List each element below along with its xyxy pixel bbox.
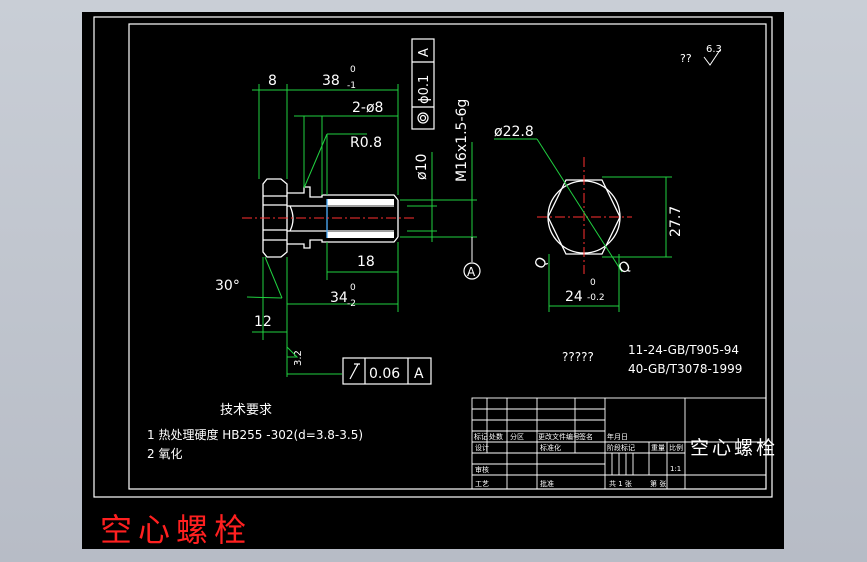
- dim-thread: M16x1.5-6g: [454, 99, 470, 182]
- tb-mark: 标记: [474, 432, 488, 441]
- engineering-drawing: 8 38 0 -1 2-ø8 R0.8 ø10 M16x1.5-6g 18 34…: [93, 16, 778, 498]
- dim-shank-len: 34: [330, 290, 348, 306]
- tb-scale-value: 1:1: [670, 465, 681, 473]
- dim-bore: ø10: [414, 154, 430, 180]
- dim-body-len: 38: [322, 73, 340, 89]
- position-datum: A: [417, 48, 432, 57]
- notes-item2: 2 氧化: [147, 447, 182, 461]
- tb-scale: 比例: [669, 443, 683, 452]
- position-value: ϕ0.1: [417, 75, 432, 104]
- tb-approve: 批准: [540, 479, 554, 488]
- tb-count: 处数: [489, 432, 503, 441]
- dim-head-offset: 12: [254, 314, 272, 330]
- dim-across-flats-lower: -0.2: [587, 293, 605, 303]
- tb-sign: 签名: [579, 432, 593, 441]
- dim-radius: R0.8: [350, 135, 382, 151]
- tb-part-name: 空心螺栓: [690, 437, 778, 459]
- tb-check: 审核: [475, 465, 489, 474]
- end-view-dimension-lines: [494, 138, 672, 312]
- drawing-caption: 空心螺栓: [100, 511, 253, 549]
- dim-circumscribed: ø22.8: [494, 124, 534, 140]
- general-roughness-mark: ??: [680, 52, 692, 65]
- dim-across-corners: 27.7: [668, 206, 684, 237]
- tb-date: 年月日: [607, 432, 628, 441]
- dim-across-flats: 24: [565, 289, 583, 305]
- dim-shank-len-upper: 0: [350, 283, 356, 293]
- runout-datum: A: [414, 366, 424, 382]
- tb-weight: 重量: [651, 444, 665, 452]
- dim-shank-len-lower: -2: [347, 299, 356, 309]
- runout-value: 0.06: [369, 366, 400, 382]
- general-roughness: 6.3: [706, 44, 722, 55]
- tb-sheet-total: 共 1 张: [609, 479, 632, 488]
- dim-head-len: 8: [268, 73, 277, 89]
- dim-body-len-lower: -1: [347, 81, 356, 91]
- datum-letter: A: [467, 265, 476, 279]
- dim-across-flats-upper: 0: [590, 278, 596, 288]
- tb-doc: 更改文件编号: [538, 432, 580, 441]
- dim-chamfer-angle: 30°: [215, 278, 240, 294]
- standards-label: ?????: [562, 350, 594, 364]
- standards-line1: 11-24-GB/T905-94: [628, 343, 739, 357]
- standards-line2: 40-GB/T3078-1999: [628, 362, 742, 376]
- section-letter-left: Q: [532, 254, 551, 272]
- dim-surface-roughness: 3.2: [293, 350, 304, 366]
- cad-viewport[interactable]: 8 38 0 -1 2-ø8 R0.8 ø10 M16x1.5-6g 18 34…: [82, 12, 784, 549]
- tb-sheet-no: 第 张: [650, 479, 666, 488]
- tb-stage: 阶段标记: [607, 443, 635, 452]
- end-view-centerlines: [537, 157, 632, 274]
- notes-title: 技术要求: [220, 403, 272, 418]
- notes-item1: 1 热处理硬度 HB255 -302(d=3.8-3.5): [147, 427, 363, 442]
- tb-std: 标准化: [540, 443, 561, 452]
- dim-thread-len: 18: [357, 254, 375, 270]
- dim-holes: 2-ø8: [352, 100, 383, 116]
- tb-process: 工艺: [475, 480, 489, 488]
- dim-body-len-upper: 0: [350, 65, 356, 75]
- tb-design: 设计: [475, 443, 489, 452]
- tb-zone: 分区: [510, 432, 524, 441]
